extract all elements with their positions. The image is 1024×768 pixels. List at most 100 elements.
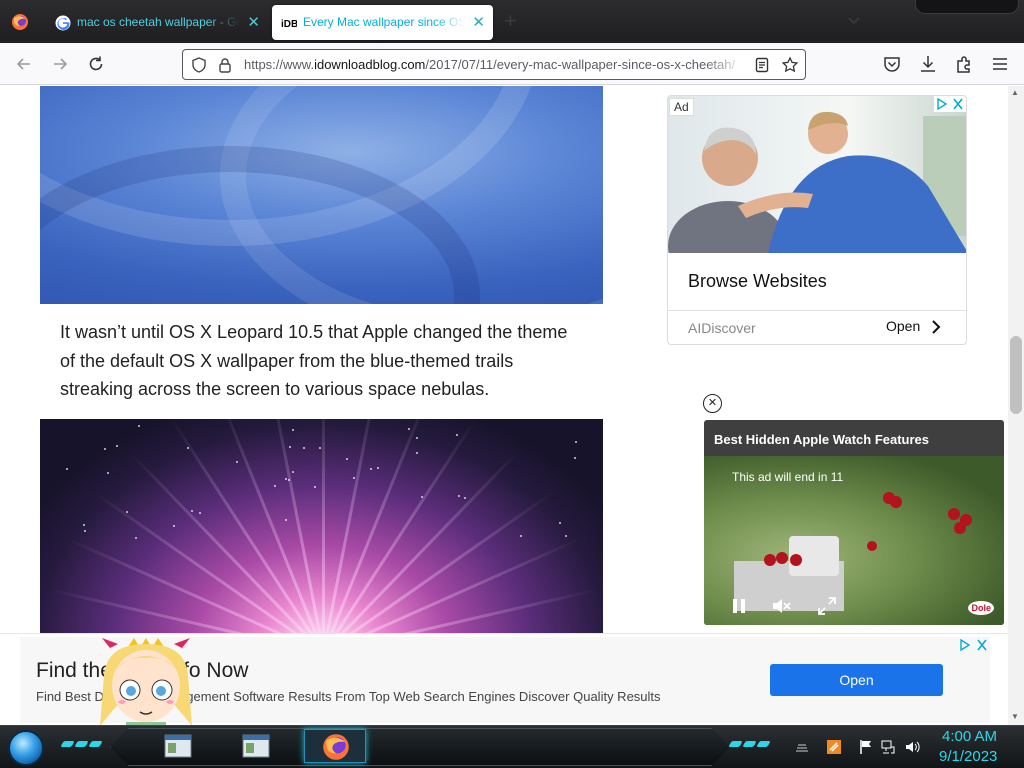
- scroll-up-arrow-icon[interactable]: ▲: [1011, 88, 1019, 97]
- tab-idownloadblog[interactable]: iDB Every Mac wallpaper since OS X Cheet…: [272, 5, 493, 40]
- back-arrow-icon[interactable]: [13, 53, 35, 75]
- wallpaper-star: [319, 447, 321, 449]
- ad-countdown-text: This ad will end in 11: [732, 470, 844, 484]
- downloads-icon[interactable]: [917, 53, 939, 75]
- reader-view-icon[interactable]: [753, 56, 771, 74]
- ad-open-button[interactable]: Open: [886, 318, 920, 334]
- window-app-icon[interactable]: [162, 730, 194, 762]
- action-center-flag-icon[interactable]: [858, 739, 874, 755]
- extensions-icon[interactable]: [953, 53, 975, 75]
- pocket-icon[interactable]: [881, 53, 903, 75]
- lock-icon[interactable]: [216, 56, 234, 74]
- navigation-toolbar: https://www.idownloadblog.com/2017/07/11…: [0, 43, 1024, 85]
- banner-open-button[interactable]: Open: [770, 664, 943, 696]
- start-orb-button[interactable]: [8, 730, 44, 766]
- taskbar-decoration: [728, 741, 771, 749]
- firefox-menu-icon[interactable]: [10, 12, 30, 32]
- close-tab-icon[interactable]: ✕: [472, 5, 485, 40]
- wallpaper-light-ray: [322, 537, 580, 633]
- wallpaper-star: [370, 468, 372, 470]
- wallpaper-star: [421, 496, 423, 498]
- clock-date[interactable]: 9/1/2023: [939, 748, 997, 765]
- chevron-right-icon[interactable]: [930, 318, 942, 336]
- tab-title: Every Mac wallpaper since OS X Cheetah: [303, 15, 465, 29]
- video-ad-title: Best Hidden Apple Watch Features: [714, 432, 930, 447]
- taskbar-app-frame: [110, 728, 730, 766]
- wallpaper-light-ray: [321, 419, 378, 633]
- wallpaper-star: [285, 478, 287, 480]
- wallpaper-star: [408, 428, 410, 430]
- wallpaper-light-ray: [322, 491, 554, 633]
- window-controls[interactable]: [915, 0, 1019, 14]
- close-tab-icon[interactable]: ✕: [247, 5, 260, 40]
- svg-text:iDB: iDB: [281, 19, 297, 30]
- pause-icon[interactable]: [728, 595, 750, 617]
- taskbar-firefox-button[interactable]: [304, 729, 366, 763]
- new-tab-icon[interactable]: +: [504, 8, 517, 34]
- bookmark-star-icon[interactable]: [781, 56, 799, 74]
- wallpaper-light-ray: [268, 419, 325, 633]
- close-icon[interactable]: ✕: [703, 394, 722, 413]
- list-all-tabs-icon[interactable]: [846, 12, 862, 28]
- volume-icon[interactable]: [904, 739, 920, 755]
- wallpaper-star: [289, 446, 291, 448]
- taskbar-decoration: [60, 741, 103, 749]
- firefox-icon: [323, 734, 349, 760]
- wallpaper-star: [346, 458, 348, 460]
- wallpaper-star: [104, 448, 106, 450]
- dole-logo: Dole: [968, 601, 994, 615]
- wallpaper-star: [565, 535, 567, 537]
- hamburger-menu-icon[interactable]: [989, 53, 1011, 75]
- wallpaper-star: [574, 457, 576, 459]
- network-icon[interactable]: [880, 739, 896, 755]
- tracking-protection-shield-icon[interactable]: [190, 56, 208, 74]
- wallpaper-light-ray: [66, 537, 324, 633]
- side-ad[interactable]: Ad Browse Websites AIDiscover Open: [667, 95, 967, 345]
- ad-choices-close-icon[interactable]: [956, 637, 990, 653]
- wallpaper-star: [520, 535, 522, 537]
- wallpaper-star: [314, 486, 316, 488]
- mute-icon[interactable]: [770, 595, 792, 617]
- ad-photo-illustration: [668, 111, 966, 291]
- window-app-icon[interactable]: [240, 730, 272, 762]
- address-bar[interactable]: https://www.idownloadblog.com/2017/07/11…: [182, 49, 806, 80]
- wallpaper-star: [191, 510, 193, 512]
- cheetah-wallpaper-image: [40, 86, 603, 304]
- wallpaper-star: [126, 511, 128, 513]
- scroll-down-arrow-icon[interactable]: ▼: [1011, 712, 1019, 721]
- desktop-stack-icon[interactable]: [794, 739, 810, 755]
- tab-google-search[interactable]: mac os cheetah wallpaper - Google Search…: [46, 5, 268, 40]
- leopard-wallpaper-image: [40, 419, 603, 633]
- wallpaper-star: [559, 522, 561, 524]
- wallpaper-star: [575, 441, 577, 443]
- wallpaper-star: [292, 429, 294, 431]
- url-path: /2017/07/11/every-mac-wallpaper-since-os…: [425, 57, 736, 72]
- cartoon-character-sticker: [100, 638, 192, 736]
- ad-headline[interactable]: Browse Websites: [688, 271, 827, 292]
- idb-favicon: iDB: [281, 15, 297, 31]
- clock-time[interactable]: 4:00 AM: [942, 728, 997, 745]
- scrollbar-thumb[interactable]: [1010, 336, 1022, 414]
- wallpaper-star: [458, 495, 460, 497]
- video-ad-player[interactable]: Best Hidden Apple Watch Features This ad…: [704, 420, 1004, 625]
- wallpaper-star: [288, 479, 290, 481]
- wallpaper-star: [116, 445, 118, 447]
- wallpaper-star: [187, 447, 189, 449]
- video-frame[interactable]: This ad will end in 11 Dole: [704, 456, 1004, 625]
- url-text[interactable]: https://www.idownloadblog.com/2017/07/11…: [244, 50, 744, 79]
- wallpaper-star: [292, 471, 294, 473]
- ad-brand: AIDiscover: [688, 320, 756, 336]
- ad-photo: [668, 96, 966, 291]
- fullscreen-icon[interactable]: [816, 595, 838, 617]
- ad-choices-close-icon[interactable]: [934, 96, 966, 112]
- tab-title: mac os cheetah wallpaper - Google Search: [77, 15, 240, 29]
- wallpaper-star: [138, 425, 140, 427]
- reload-icon[interactable]: [85, 53, 107, 75]
- ad-divider: [668, 310, 966, 311]
- wallpaper-star: [84, 530, 86, 532]
- url-domain: idownloadblog.com: [314, 57, 426, 72]
- wallpaper-star: [303, 447, 305, 449]
- app-tray-icon[interactable]: [826, 739, 842, 755]
- url-prefix: https://www.: [244, 57, 315, 72]
- forward-arrow-icon[interactable]: [49, 53, 71, 75]
